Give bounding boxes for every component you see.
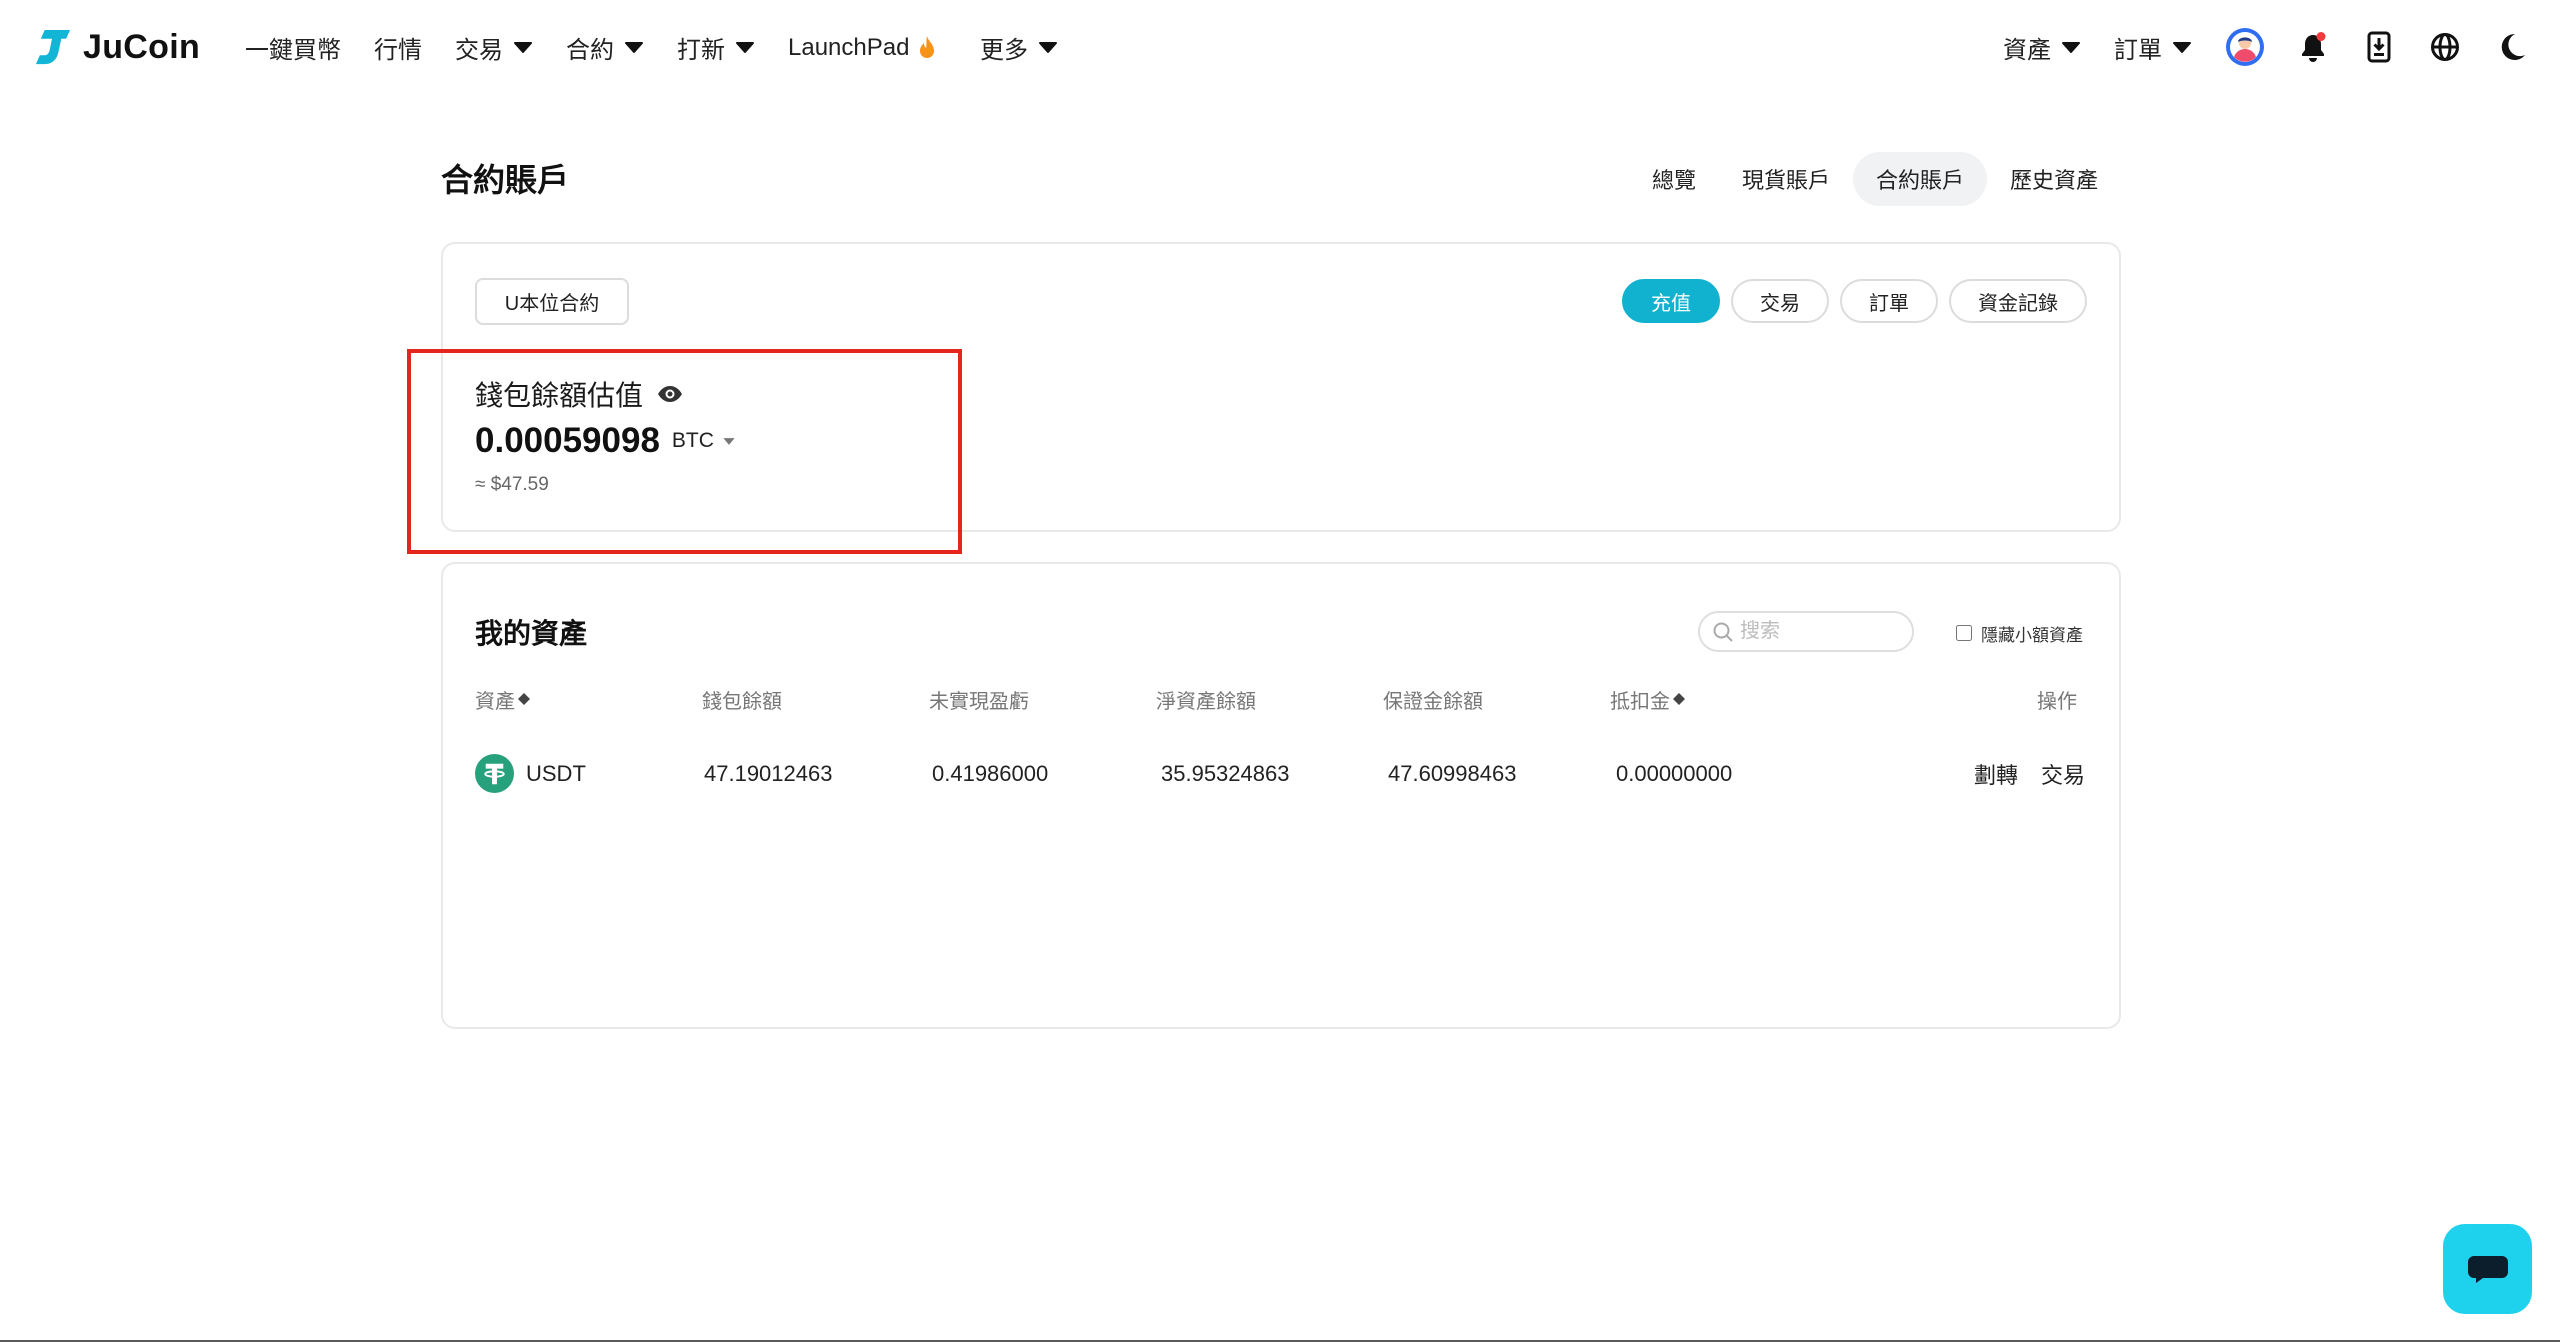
search-icon	[1713, 622, 1733, 642]
balance-summary-card: U本位合約 充值 交易 訂單 資金記錄 錢包餘額估值 0.00059098 BT…	[441, 242, 2121, 532]
assets-title: 我的資產	[475, 618, 588, 649]
page-title: 合約賬戶	[441, 162, 570, 198]
balance-unit-label: BTC	[671, 429, 714, 452]
contract-type-button[interactable]: U本位合約	[475, 278, 629, 325]
caret-down-icon	[736, 42, 754, 53]
deduction-balance-cell: 0.00000000	[1616, 760, 1733, 786]
nav-item-futures[interactable]: 合約	[566, 0, 644, 95]
wallet-balance-estimate: 錢包餘額估值	[475, 374, 683, 414]
orders-button[interactable]: 訂單	[1840, 279, 1938, 323]
transfer-link[interactable]: 劃轉	[1974, 754, 2018, 793]
wallet-balance-cell: 47.19012463	[704, 760, 833, 786]
deposit-button[interactable]: 充值	[1622, 279, 1720, 323]
nav-item-markets[interactable]: 行情	[374, 0, 422, 95]
tab-overview[interactable]: 總覽	[1629, 152, 1719, 206]
nav-item-label: 訂單	[2114, 37, 2162, 64]
usdt-icon	[475, 754, 514, 793]
trade-link[interactable]: 交易	[2041, 754, 2085, 793]
caret-down-icon	[2062, 42, 2080, 53]
top-navigation-bar: JuCoin 一鍵買幣 行情 交易 合約 打新 LaunchPad 更多 資產 …	[0, 0, 2560, 95]
hide-small-assets-checkbox[interactable]	[1956, 625, 1972, 641]
asset-name: USDT	[526, 760, 586, 786]
trade-button[interactable]: 交易	[1731, 279, 1829, 323]
nav-item-launchpad[interactable]: LaunchPad	[788, 0, 937, 95]
support-chat-button[interactable]	[2443, 1224, 2532, 1314]
eye-icon[interactable]	[657, 385, 683, 403]
chat-icon	[2467, 1256, 2508, 1283]
search-input[interactable]	[1740, 620, 1900, 643]
table-row: USDT 47.19012463 0.41986000 35.95324863 …	[443, 754, 2119, 793]
nav-item-new-listing[interactable]: 打新	[677, 0, 755, 95]
tab-futures-account[interactable]: 合約賬戶	[1852, 152, 1987, 206]
caret-down-icon	[2173, 42, 2191, 53]
column-header-net-asset-balance: 淨資產餘額	[1156, 690, 1256, 713]
wallet-balance-row: 0.00059098 BTC	[475, 420, 736, 462]
hide-small-assets-label: 隱藏小額資產	[1981, 625, 2083, 645]
column-header-actions: 操作	[2037, 690, 2077, 713]
nav-item-label: 交易	[455, 37, 503, 64]
caret-down-icon	[514, 42, 532, 53]
nav-item-label: LaunchPad	[788, 33, 910, 61]
asset-cell	[475, 754, 514, 793]
column-header-deduction[interactable]: 抵扣金	[1610, 685, 1686, 713]
tab-spot-account[interactable]: 現貨賬戶	[1719, 152, 1853, 206]
globe-icon[interactable]	[2430, 32, 2460, 62]
nav-item-label: 一鍵買幣	[245, 37, 341, 64]
avatar[interactable]	[2225, 27, 2265, 67]
jucoin-logo-icon	[35, 29, 71, 65]
nav-item-label: 打新	[677, 37, 725, 64]
nav-item-quick-buy[interactable]: 一鍵買幣	[245, 0, 341, 95]
column-header-label: 資產	[475, 690, 515, 713]
account-tabs: 總覽 現貨賬戶 合約賬戶 歷史資產	[1629, 152, 2121, 206]
nav-item-label: 行情	[374, 37, 422, 64]
column-header-wallet-balance: 錢包餘額	[702, 690, 782, 713]
account-actions: 充值 交易 訂單 資金記錄	[1622, 279, 2087, 323]
hide-small-assets-toggle[interactable]: 隱藏小額資產	[1956, 621, 2083, 645]
nav-item-label: 合約	[566, 37, 614, 64]
nav-item-more[interactable]: 更多	[980, 0, 1058, 95]
margin-balance-cell: 47.60998463	[1388, 760, 1517, 786]
column-header-margin-balance: 保證金餘額	[1383, 690, 1483, 713]
bell-icon[interactable]	[2299, 31, 2327, 63]
notification-dot	[2316, 32, 2326, 41]
wallet-balance-label: 錢包餘額估值	[475, 380, 644, 411]
column-header-label: 抵扣金	[1610, 690, 1670, 713]
nav-item-orders[interactable]: 訂單	[2114, 0, 2192, 95]
my-assets-card: 我的資產 隱藏小額資產 資產 錢包餘額 未實現盈虧 淨資產餘額 保證金餘額 抵扣…	[441, 562, 2121, 1029]
download-icon[interactable]	[2367, 31, 2391, 63]
column-header-asset[interactable]: 資產	[475, 685, 531, 713]
brand-name: JuCoin	[83, 28, 201, 66]
nav-item-assets[interactable]: 資產	[2003, 0, 2081, 95]
unrealized-pnl-cell: 0.41986000	[932, 760, 1049, 786]
nav-item-label: 資產	[2003, 37, 2051, 64]
nav-item-trade[interactable]: 交易	[455, 0, 533, 95]
wallet-balance-value: 0.00059098	[475, 421, 660, 460]
funding-records-button[interactable]: 資金記錄	[1949, 279, 2087, 323]
brand-logo[interactable]: JuCoin	[33, 0, 200, 95]
balance-unit-selector[interactable]: BTC	[672, 429, 736, 453]
asset-search	[1698, 611, 1914, 652]
net-asset-balance-cell: 35.95324863	[1161, 760, 1290, 786]
moon-icon[interactable]	[2497, 32, 2527, 62]
column-header-unrealized-pnl: 未實現盈虧	[929, 690, 1029, 713]
sort-icon	[1673, 693, 1685, 705]
flame-icon	[920, 35, 935, 58]
caret-down-icon	[723, 437, 735, 445]
caret-down-icon	[625, 42, 643, 53]
sort-icon	[518, 693, 530, 705]
tab-history-assets[interactable]: 歷史資產	[1987, 152, 2121, 206]
caret-down-icon	[1039, 42, 1057, 53]
nav-item-label: 更多	[980, 37, 1028, 64]
wallet-balance-fiat: ≈ $47.59	[475, 474, 549, 495]
